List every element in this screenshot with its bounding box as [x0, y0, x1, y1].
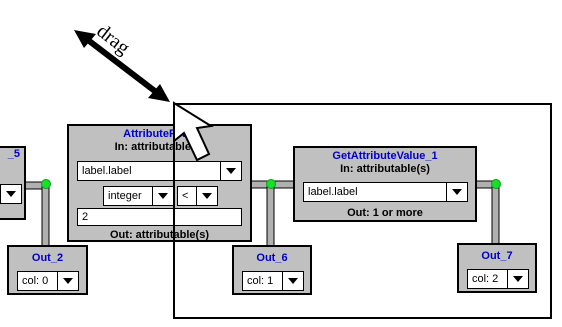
- attribute-select-value: label.label: [82, 165, 132, 177]
- operator-select[interactable]: <: [177, 186, 218, 206]
- chevron-down-icon[interactable]: [0, 185, 21, 203]
- type-select-value: integer: [108, 190, 142, 202]
- out-2-node[interactable]: Out_2 col: 0: [7, 245, 88, 295]
- get-attribute-value-input-label: In: attributable(s): [340, 163, 430, 175]
- attribute-filter-node[interactable]: AttributeFilter In: attributable(s) labe…: [67, 124, 252, 242]
- attribute-filter-output-label: Out: attributable(s): [110, 229, 209, 241]
- out-6-title: Out_6: [256, 252, 288, 264]
- attribute-filter-input-label: In: attributable(s): [114, 141, 205, 153]
- out-7-column-select[interactable]: col: 2: [467, 269, 529, 289]
- attribute-filter-title: AttributeFilter: [123, 128, 196, 140]
- out-2-column-value: col: 0: [22, 275, 49, 287]
- out-2-title: Out_2: [31, 252, 64, 264]
- attribute-select[interactable]: label.label: [77, 161, 242, 181]
- chevron-down-icon[interactable]: [152, 187, 173, 205]
- chevron-down-icon[interactable]: [446, 183, 467, 201]
- type-select[interactable]: integer: [103, 186, 174, 206]
- out-2-column-select[interactable]: col: 0: [17, 271, 79, 291]
- get-attribute-value-output-label: Out: 1 or more: [347, 207, 423, 219]
- chevron-down-icon[interactable]: [282, 272, 303, 290]
- wire-out7-vertical: [491, 184, 500, 246]
- partial-node-title: _5: [7, 148, 20, 160]
- get-attribute-value-node[interactable]: GetAttributeValue_1 In: attributable(s) …: [293, 146, 477, 222]
- partial-node-dropdown[interactable]: [0, 184, 22, 204]
- port-dot-getattr-out[interactable]: [491, 179, 501, 189]
- filter-value-input[interactable]: 2: [77, 208, 242, 226]
- operator-select-value: <: [182, 190, 189, 202]
- wire-out6-vertical: [266, 184, 275, 248]
- wire-out2-vertical: [41, 184, 50, 248]
- out-7-column-value: col: 2: [472, 273, 499, 285]
- get-attribute-select-value: label.label: [308, 186, 358, 198]
- get-attribute-select[interactable]: label.label: [303, 182, 468, 202]
- port-dot-left[interactable]: [41, 179, 51, 189]
- out-7-node[interactable]: Out_7 col: 2: [457, 243, 537, 293]
- chevron-down-icon[interactable]: [220, 162, 241, 180]
- chevron-down-icon[interactable]: [196, 187, 217, 205]
- out-6-node[interactable]: Out_6 col: 1: [232, 245, 312, 295]
- port-dot-filter-out[interactable]: [266, 179, 276, 189]
- chevron-down-icon[interactable]: [57, 272, 78, 290]
- out-7-title: Out_7: [481, 250, 513, 262]
- chevron-down-icon[interactable]: [507, 270, 528, 288]
- partial-node-left[interactable]: _5: [0, 146, 26, 220]
- out-6-column-select[interactable]: col: 1: [242, 271, 304, 291]
- get-attribute-value-title: GetAttributeValue_1: [332, 150, 438, 162]
- out-6-column-value: col: 1: [247, 275, 274, 287]
